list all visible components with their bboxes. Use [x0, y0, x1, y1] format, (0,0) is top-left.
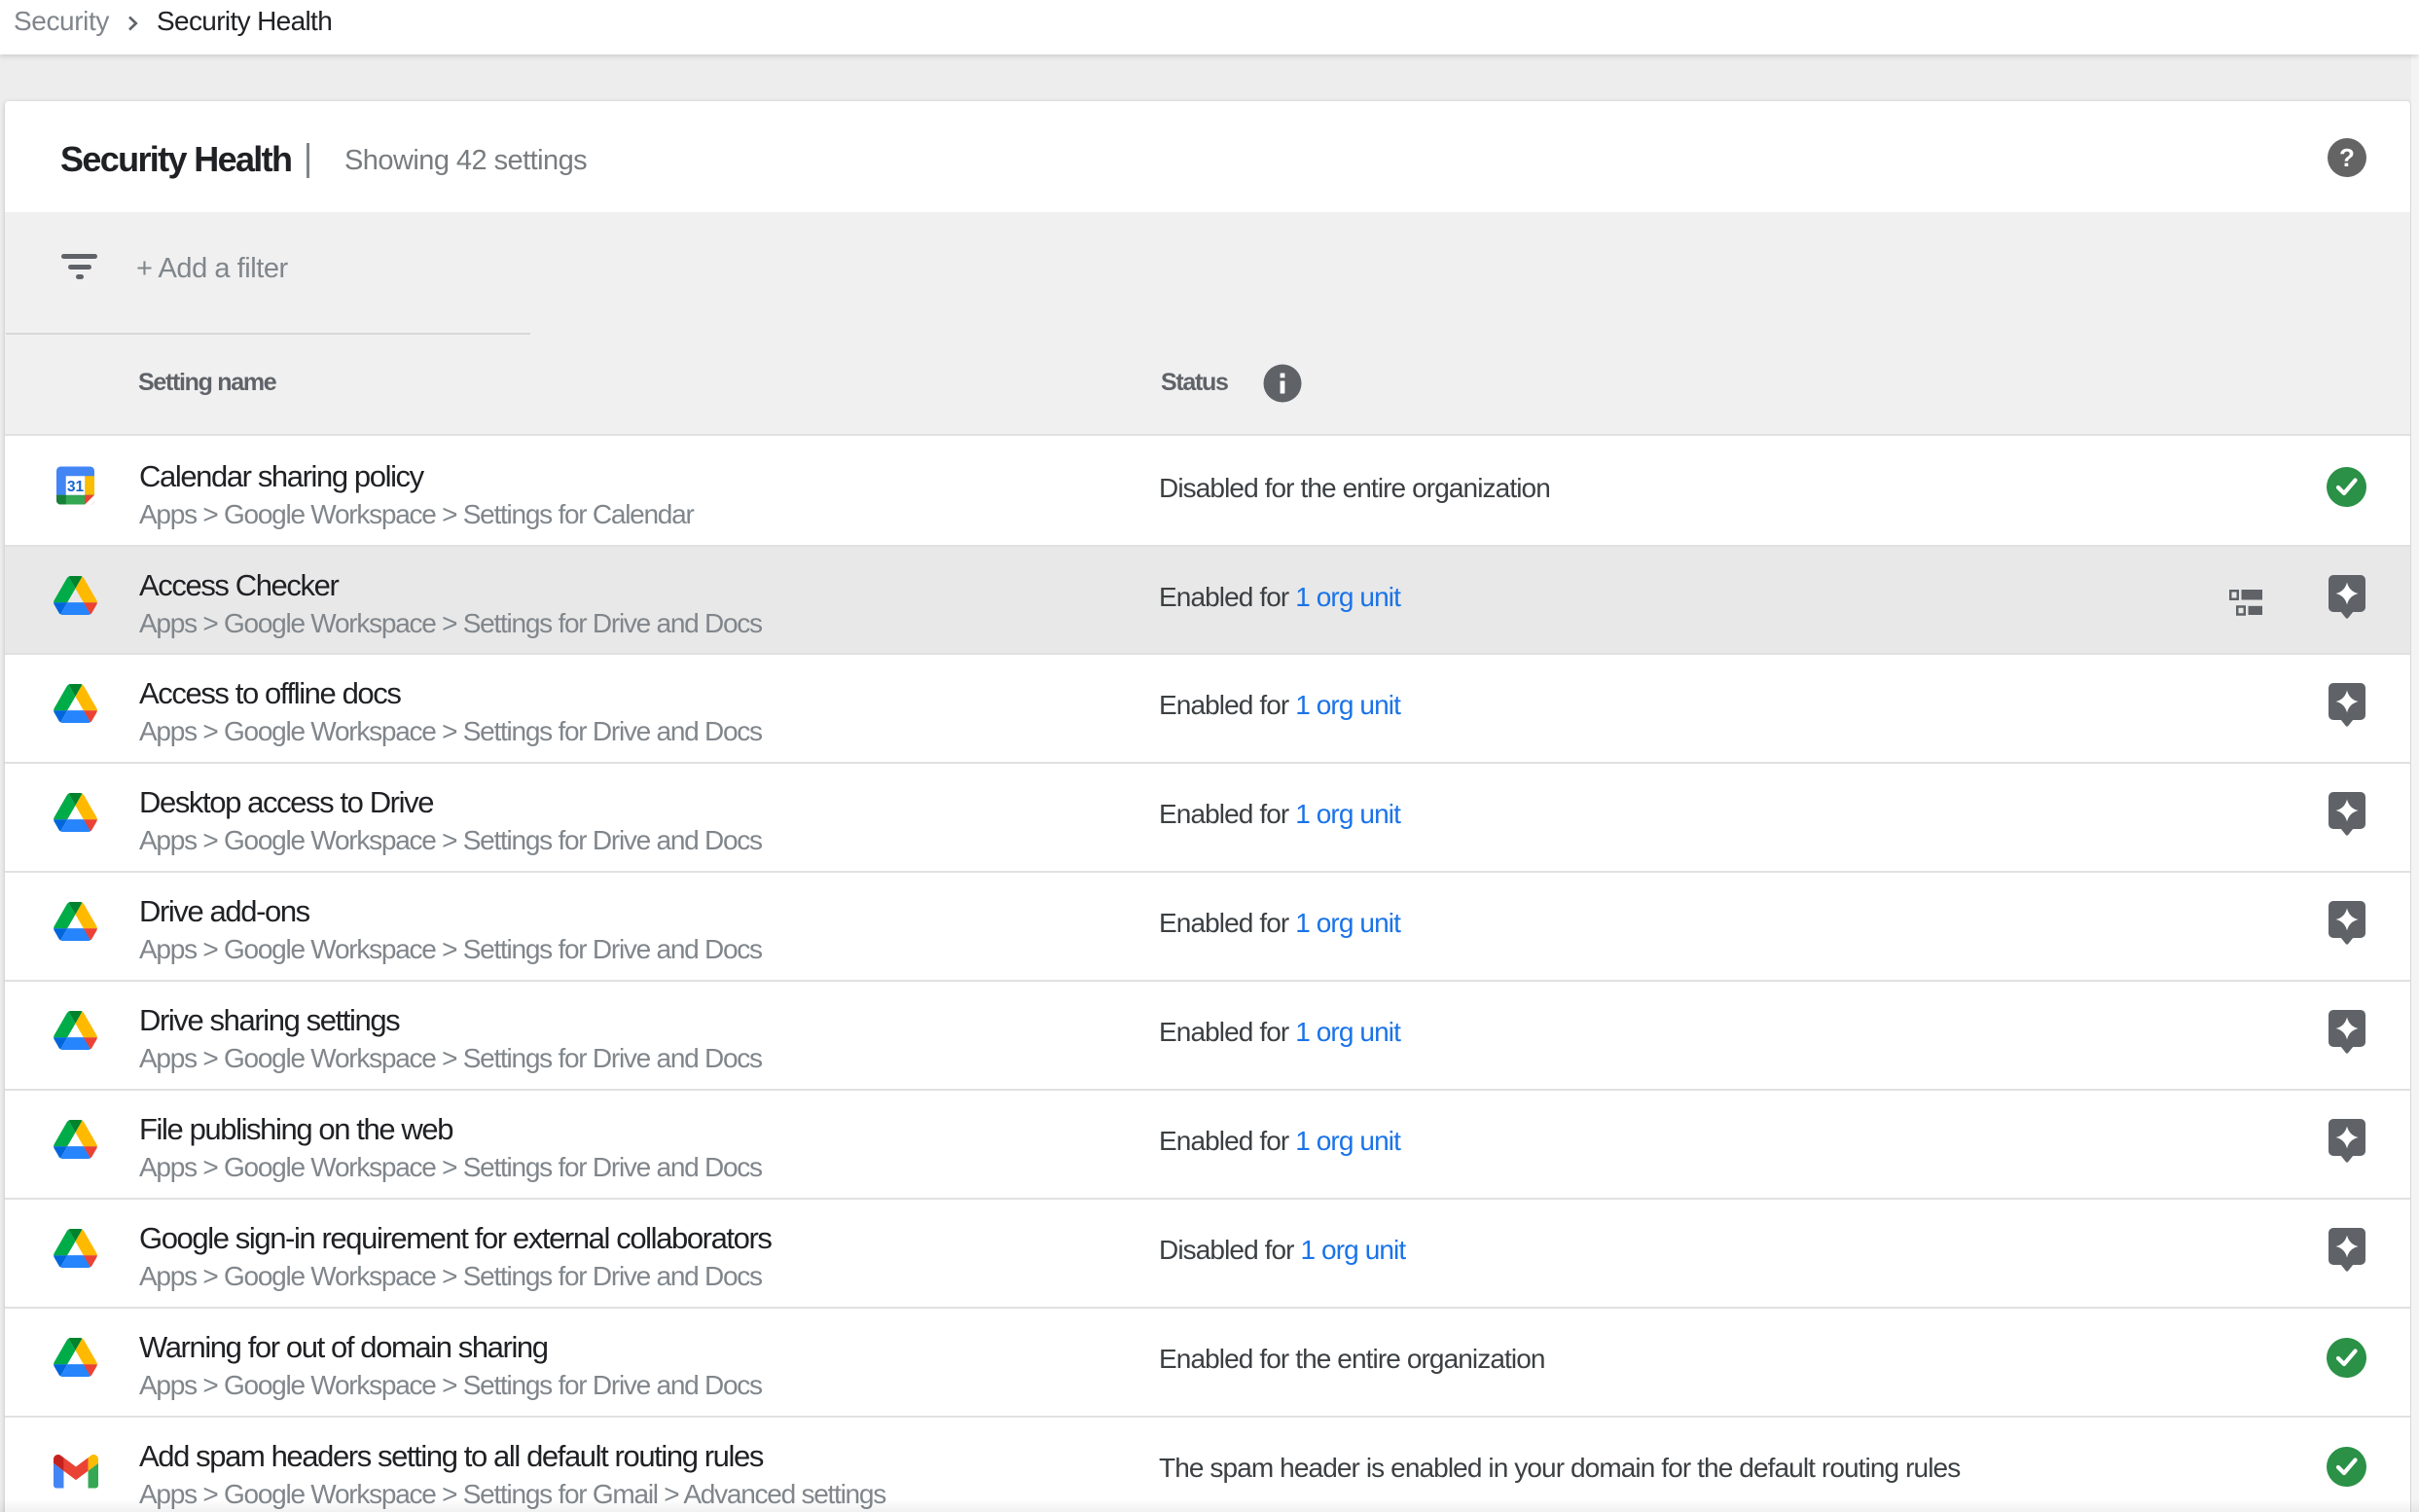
svg-text:31: 31 — [67, 479, 85, 495]
